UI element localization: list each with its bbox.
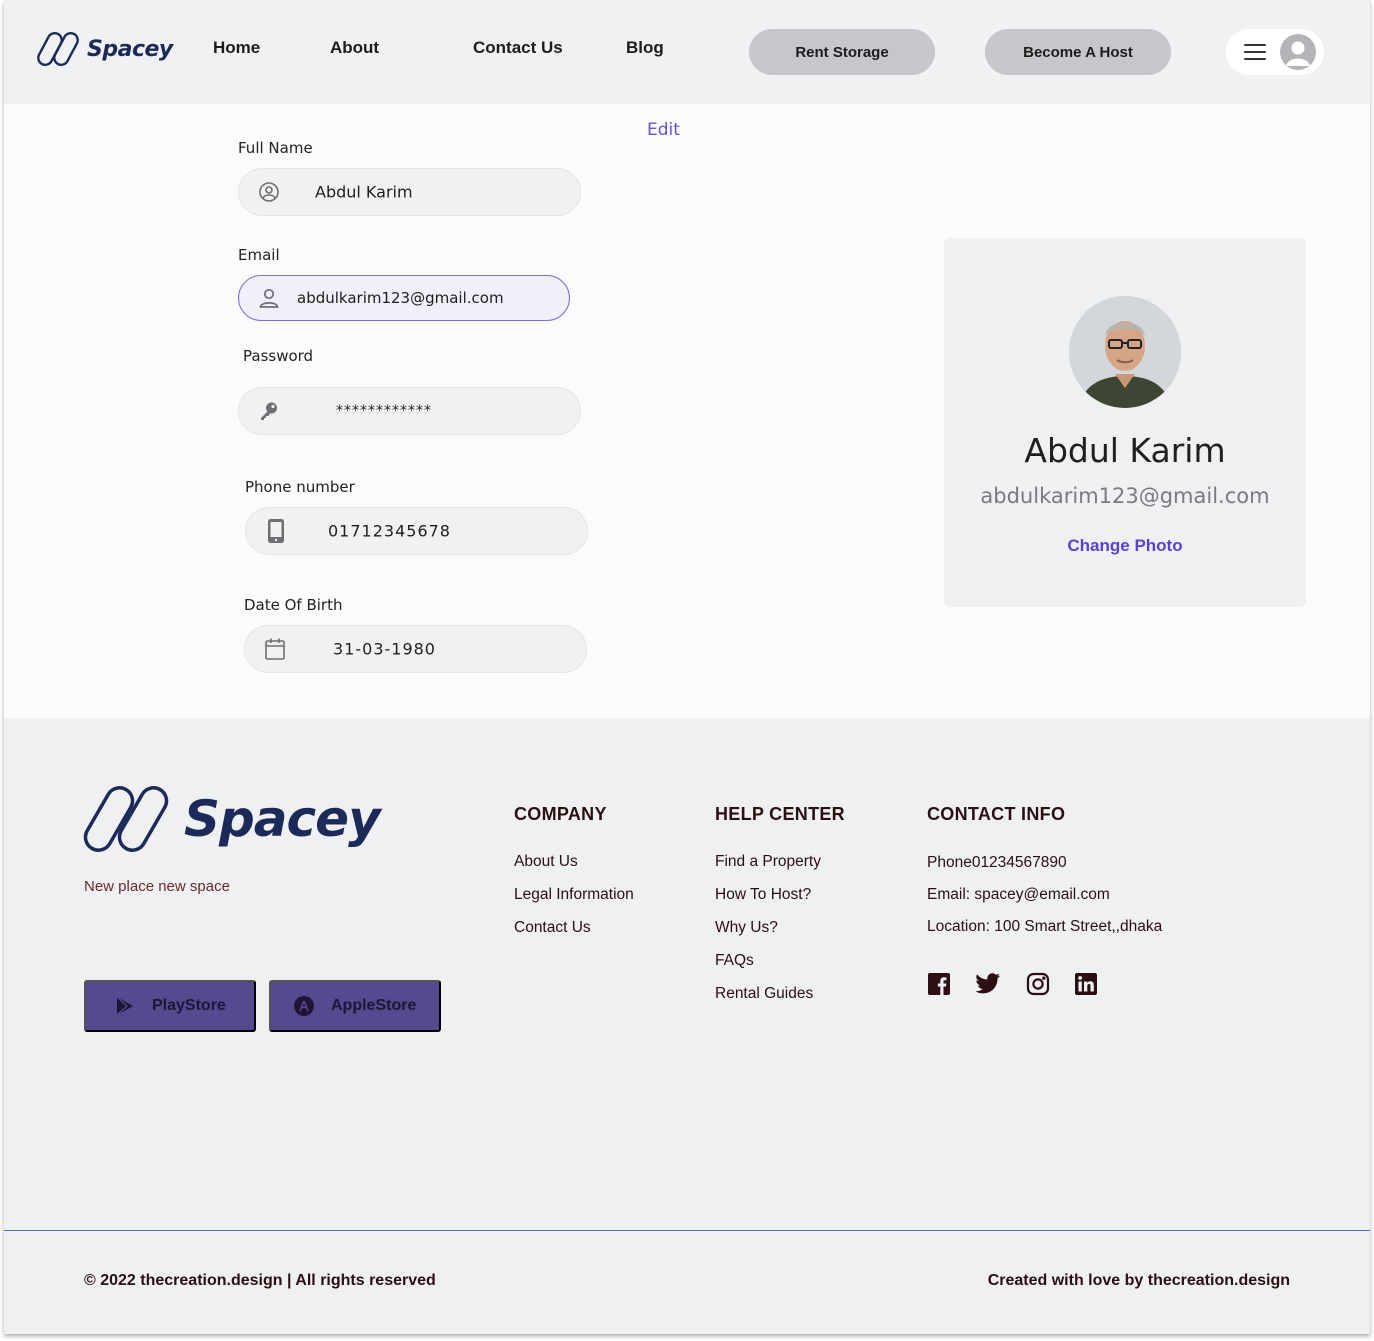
footer-link-rental-guides[interactable]: Rental Guides xyxy=(715,985,813,1003)
footer-logo-text: Spacey xyxy=(184,790,381,848)
person-icon xyxy=(257,286,281,310)
credit-text: Created with love by thecreation.design xyxy=(988,1272,1290,1290)
profile-email: abdulkarim123@gmail.com xyxy=(980,484,1270,508)
credit-brand-link[interactable]: thecreation.design xyxy=(1148,1272,1290,1289)
password-value: ************ xyxy=(336,403,432,419)
nav-blog[interactable]: Blog xyxy=(626,38,664,58)
profile-edit-section: Edit Full Name Abdul Karim Email abdulka… xyxy=(4,104,1370,718)
dob-label: Date Of Birth xyxy=(244,596,343,614)
password-label: Password xyxy=(243,347,314,365)
user-avatar-icon xyxy=(1280,34,1316,70)
full-name-label: Full Name xyxy=(238,139,313,157)
change-photo-link[interactable]: Change Photo xyxy=(944,536,1306,556)
applestore-label: AppleStore xyxy=(331,997,417,1014)
contact-phone: Phone01234567890 xyxy=(927,854,1067,871)
calendar-icon xyxy=(263,637,287,661)
edit-link[interactable]: Edit xyxy=(647,120,680,140)
nav-contact-us[interactable]: Contact Us xyxy=(473,38,563,58)
logo-mark-icon xyxy=(37,31,79,67)
page-frame: Spacey Home About Contact Us Blog Rent S… xyxy=(4,0,1370,1334)
instagram-icon[interactable] xyxy=(1025,971,1051,997)
contact-email: Email: spacey@email.com xyxy=(927,886,1110,903)
user-circle-icon xyxy=(257,180,281,204)
company-heading: COMPANY xyxy=(514,804,607,824)
header-logo[interactable]: Spacey xyxy=(37,30,173,68)
dob-value: 31-03-1980 xyxy=(333,639,436,659)
hamburger-icon xyxy=(1244,44,1266,60)
footer-link-legal[interactable]: Legal Information xyxy=(514,886,634,904)
email-value: abdulkarim123@gmail.com xyxy=(297,289,504,307)
app-store-icon xyxy=(293,995,315,1017)
nav-about[interactable]: About xyxy=(330,38,379,58)
twitter-icon[interactable] xyxy=(975,971,1001,997)
top-navbar: Spacey Home About Contact Us Blog Rent S… xyxy=(4,0,1370,104)
profile-name: Abdul Karim xyxy=(1024,431,1226,470)
phone-label: Phone number xyxy=(245,478,355,496)
footer-link-faqs[interactable]: FAQs xyxy=(715,952,754,970)
key-icon xyxy=(257,399,281,423)
footer-divider xyxy=(4,1230,1370,1231)
become-host-button[interactable]: Become A Host xyxy=(985,29,1171,75)
profile-card: Abdul Karim abdulkarim123@gmail.com Chan… xyxy=(944,238,1306,607)
footer-link-how-to-host[interactable]: How To Host? xyxy=(715,886,811,904)
applestore-button[interactable]: AppleStore xyxy=(269,980,441,1032)
footer-link-contact-us[interactable]: Contact Us xyxy=(514,919,591,937)
footer-tagline: New place new space xyxy=(84,878,230,895)
full-name-field[interactable]: Abdul Karim xyxy=(238,168,581,216)
footer-logo-mark-icon xyxy=(83,786,169,852)
help-center-heading: HELP CENTER xyxy=(715,804,845,824)
contact-info-heading: CONTACT INFO xyxy=(927,804,1066,824)
copyright-text: © 2022 thecreation.design | All rights r… xyxy=(84,1272,436,1289)
footer-logo[interactable]: Spacey xyxy=(82,782,381,856)
user-menu-button[interactable] xyxy=(1226,29,1324,75)
phone-value: 01712345678 xyxy=(328,521,451,541)
logo-text: Spacey xyxy=(87,36,173,62)
rent-storage-button[interactable]: Rent Storage xyxy=(749,29,935,75)
mobile-phone-icon xyxy=(264,519,288,543)
footer-link-about-us[interactable]: About Us xyxy=(514,853,578,871)
footer-link-why-us[interactable]: Why Us? xyxy=(715,919,778,937)
credit-prefix: Created with love by xyxy=(987,1272,1148,1289)
playstore-button[interactable]: PlayStore xyxy=(84,980,256,1032)
footer-link-find-property[interactable]: Find a Property xyxy=(715,853,821,871)
facebook-icon[interactable] xyxy=(926,971,952,997)
profile-avatar xyxy=(1069,296,1181,408)
full-name-value: Abdul Karim xyxy=(315,182,413,202)
playstore-label: PlayStore xyxy=(152,997,226,1014)
site-footer: Spacey New place new space PlayStore App… xyxy=(4,718,1370,1334)
contact-location: Location: 100 Smart Street,,dhaka xyxy=(927,918,1163,935)
email-label: Email xyxy=(238,246,280,264)
linkedin-icon[interactable] xyxy=(1073,971,1099,997)
play-store-icon xyxy=(114,995,136,1017)
nav-home[interactable]: Home xyxy=(213,38,260,58)
email-field[interactable]: abdulkarim123@gmail.com xyxy=(238,275,570,321)
phone-field[interactable]: 01712345678 xyxy=(245,507,588,555)
dob-field[interactable]: 31-03-1980 xyxy=(244,625,587,673)
password-field[interactable]: ************ xyxy=(238,387,581,435)
